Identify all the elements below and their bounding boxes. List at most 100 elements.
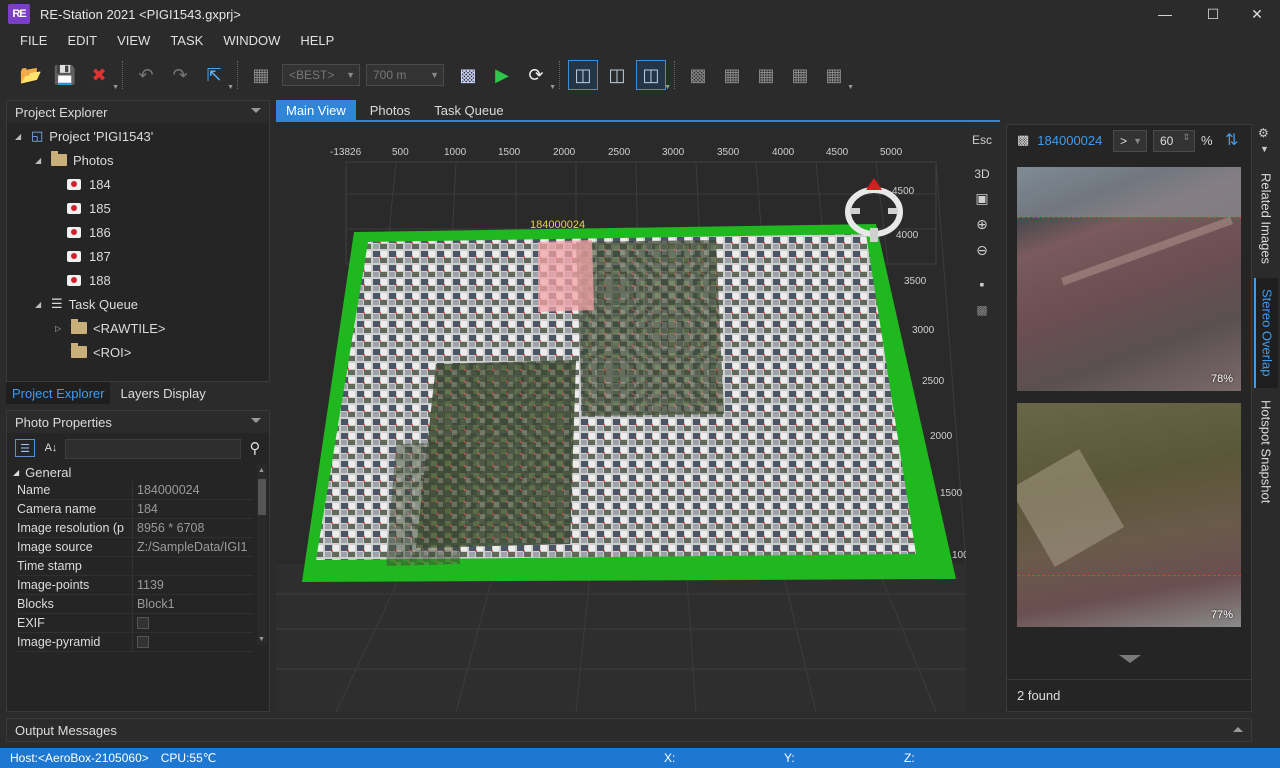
minimize-button[interactable]: — — [1142, 0, 1188, 28]
property-row[interactable]: Image-pyramid — [17, 632, 253, 652]
expand-icon[interactable]: ▷ — [55, 324, 65, 333]
tab-hotspot-snapshot[interactable]: Hotspot Snapshot — [1254, 394, 1278, 510]
menu-task[interactable]: TASK — [161, 33, 214, 48]
menu-help[interactable]: HELP — [291, 33, 345, 48]
panel-menu-icon[interactable] — [251, 418, 261, 423]
categorized-icon[interactable]: ☰ — [15, 439, 35, 457]
undo-icon[interactable]: ↶ — [132, 61, 160, 89]
property-row[interactable]: Name 184000024 — [17, 480, 253, 500]
save-icon[interactable]: 💾 — [51, 61, 79, 89]
property-row[interactable]: Image-points 1139 — [17, 575, 253, 595]
tab-related-images[interactable]: Related Images — [1254, 164, 1278, 274]
search-icon[interactable]: ⚲ — [245, 438, 265, 458]
checker-icon[interactable]: ▩ — [684, 61, 712, 89]
property-group-general[interactable]: ◢ General — [13, 463, 71, 481]
left-panel-tabs: Project Explorer Layers Display — [6, 382, 270, 404]
add-tile-icon[interactable]: ▦ — [247, 61, 275, 89]
tree-photos[interactable]: ◢ Photos — [35, 149, 113, 171]
tab-photos[interactable]: Photos — [360, 100, 420, 120]
property-row[interactable]: Time stamp — [17, 556, 253, 576]
tree-photo-item[interactable]: 185 — [67, 197, 111, 219]
stereo-overlap-panel: ▩ 184000024 > ▼ 60 ⇕ % ⇅ 78% 77% 2 found — [1006, 124, 1253, 712]
sort-az-icon[interactable]: A↓ — [41, 439, 61, 457]
collapse-icon[interactable]: ◢ — [15, 132, 25, 141]
scroll-down-icon[interactable] — [1119, 655, 1141, 663]
scene-canvas[interactable]: -13826 500 1000 1500 2000 2500 3000 3500… — [276, 124, 966, 712]
panel-menu-icon[interactable] — [251, 108, 261, 113]
tree-task-queue[interactable]: ◢ ☰ Task Queue — [35, 293, 138, 315]
layout-2-icon[interactable]: ◫ — [603, 61, 631, 89]
close-project-icon[interactable]: ✖ ▼ — [85, 61, 119, 92]
collapse-icon[interactable]: ◢ — [13, 468, 19, 477]
camera-icon — [67, 250, 81, 262]
import-icon[interactable]: ⇱ ▼ — [200, 61, 234, 92]
pyramid-checkbox[interactable] — [137, 636, 149, 648]
tree-photo-item[interactable]: 188 — [67, 269, 111, 291]
collapse-icon[interactable]: ◢ — [35, 300, 45, 309]
quality-select[interactable]: <BEST> ▼ — [282, 64, 360, 86]
layout-3-icon[interactable]: ◫ ▼ — [636, 60, 671, 91]
fit-view-icon[interactable]: ▣ — [970, 188, 994, 208]
panel-menu-icon[interactable]: ▼ — [1260, 144, 1269, 154]
tab-project-explorer[interactable]: Project Explorer — [6, 382, 111, 404]
tree-task-rawtile[interactable]: ▷ <RAWTILE> — [55, 317, 165, 339]
3d-toggle-button[interactable]: 3D — [970, 164, 994, 184]
selected-photo-footprint[interactable] — [538, 240, 594, 312]
menu-window[interactable]: WINDOW — [214, 33, 291, 48]
process-icon[interactable]: ▩ — [454, 61, 482, 89]
tree-photo-item[interactable]: 184 — [67, 173, 111, 195]
cube-icon[interactable]: ▪ — [970, 274, 994, 294]
zoom-stepper[interactable]: 60 ⇕ — [1153, 130, 1195, 152]
tab-layers-display[interactable]: Layers Display — [114, 382, 211, 404]
property-row[interactable]: Image resolution (p 8956 * 6708 — [17, 518, 253, 538]
x-tick: 4500 — [826, 147, 849, 158]
menu-view[interactable]: VIEW — [108, 33, 161, 48]
tab-stereo-overlap[interactable]: Stereo Overlap — [1254, 278, 1278, 388]
select-region-icon[interactable]: ▩ — [970, 300, 994, 320]
property-row[interactable]: Blocks Block1 — [17, 594, 253, 614]
tree-task-roi[interactable]: <ROI> — [71, 341, 131, 363]
overlap-thumbnail[interactable]: 77% — [1017, 403, 1241, 627]
properties-scrollbar[interactable]: ▲ ▼ — [257, 465, 267, 645]
zoom-in-icon[interactable]: ⊕ — [970, 214, 994, 234]
exif-checkbox[interactable] — [137, 617, 149, 629]
grid-number-icon[interactable]: ▦ — [786, 61, 814, 89]
x-tick: 4000 — [772, 147, 795, 158]
layout-1-icon[interactable]: ◫ — [568, 60, 598, 90]
current-image-id[interactable]: 184000024 — [1037, 133, 1102, 148]
overlap-thumbnail[interactable]: 78% — [1017, 167, 1241, 391]
output-messages-panel[interactable]: Output Messages — [6, 718, 1252, 742]
tree-photo-item[interactable]: 186 — [67, 221, 111, 243]
sort-icon[interactable]: ⇅ — [1225, 130, 1238, 150]
grid-3-icon[interactable]: ▦ — [752, 61, 780, 89]
distance-select[interactable]: 700 m ▼ — [366, 64, 444, 86]
tab-main-view[interactable]: Main View — [276, 100, 356, 120]
open-project-icon[interactable]: 📂 — [17, 61, 45, 89]
close-button[interactable]: ✕ — [1234, 0, 1280, 28]
property-row[interactable]: Camera name 184 — [17, 499, 253, 519]
x-tick: 3500 — [717, 147, 740, 158]
gear-icon[interactable]: ⚙ — [1258, 126, 1269, 140]
property-row[interactable]: Image source Z:/SampleData/IGI1 — [17, 537, 253, 557]
run-icon[interactable]: ▶ — [488, 61, 516, 89]
host-status: Host:<AeroBox-2105060> — [10, 751, 149, 765]
maximize-button[interactable]: ☐ — [1190, 0, 1236, 28]
esc-button[interactable]: Esc — [970, 130, 994, 150]
found-count: 2 found — [1017, 688, 1061, 703]
menu-edit[interactable]: EDIT — [58, 33, 108, 48]
expand-icon[interactable] — [1233, 727, 1243, 732]
grid-remove-icon[interactable]: ▦ ▼ — [820, 61, 854, 92]
menu-file[interactable]: FILE — [0, 33, 58, 48]
redo-icon[interactable]: ↷ — [166, 61, 194, 89]
main-3d-view[interactable]: -13826 500 1000 1500 2000 2500 3000 3500… — [276, 124, 966, 712]
tree-project[interactable]: ◢ ◱ Project 'PIGI1543' — [15, 125, 153, 147]
property-row[interactable]: EXIF — [17, 613, 253, 633]
refresh-icon[interactable]: ⟳ ▼ — [522, 61, 556, 92]
nav-select[interactable]: > ▼ — [1113, 130, 1147, 152]
collapse-icon[interactable]: ◢ — [35, 156, 45, 165]
property-search-input[interactable] — [65, 439, 241, 459]
grid-2-icon[interactable]: ▦ — [718, 61, 746, 89]
tab-task-queue[interactable]: Task Queue — [424, 100, 513, 120]
tree-photo-item[interactable]: 187 — [67, 245, 111, 267]
zoom-out-icon[interactable]: ⊖ — [970, 240, 994, 260]
